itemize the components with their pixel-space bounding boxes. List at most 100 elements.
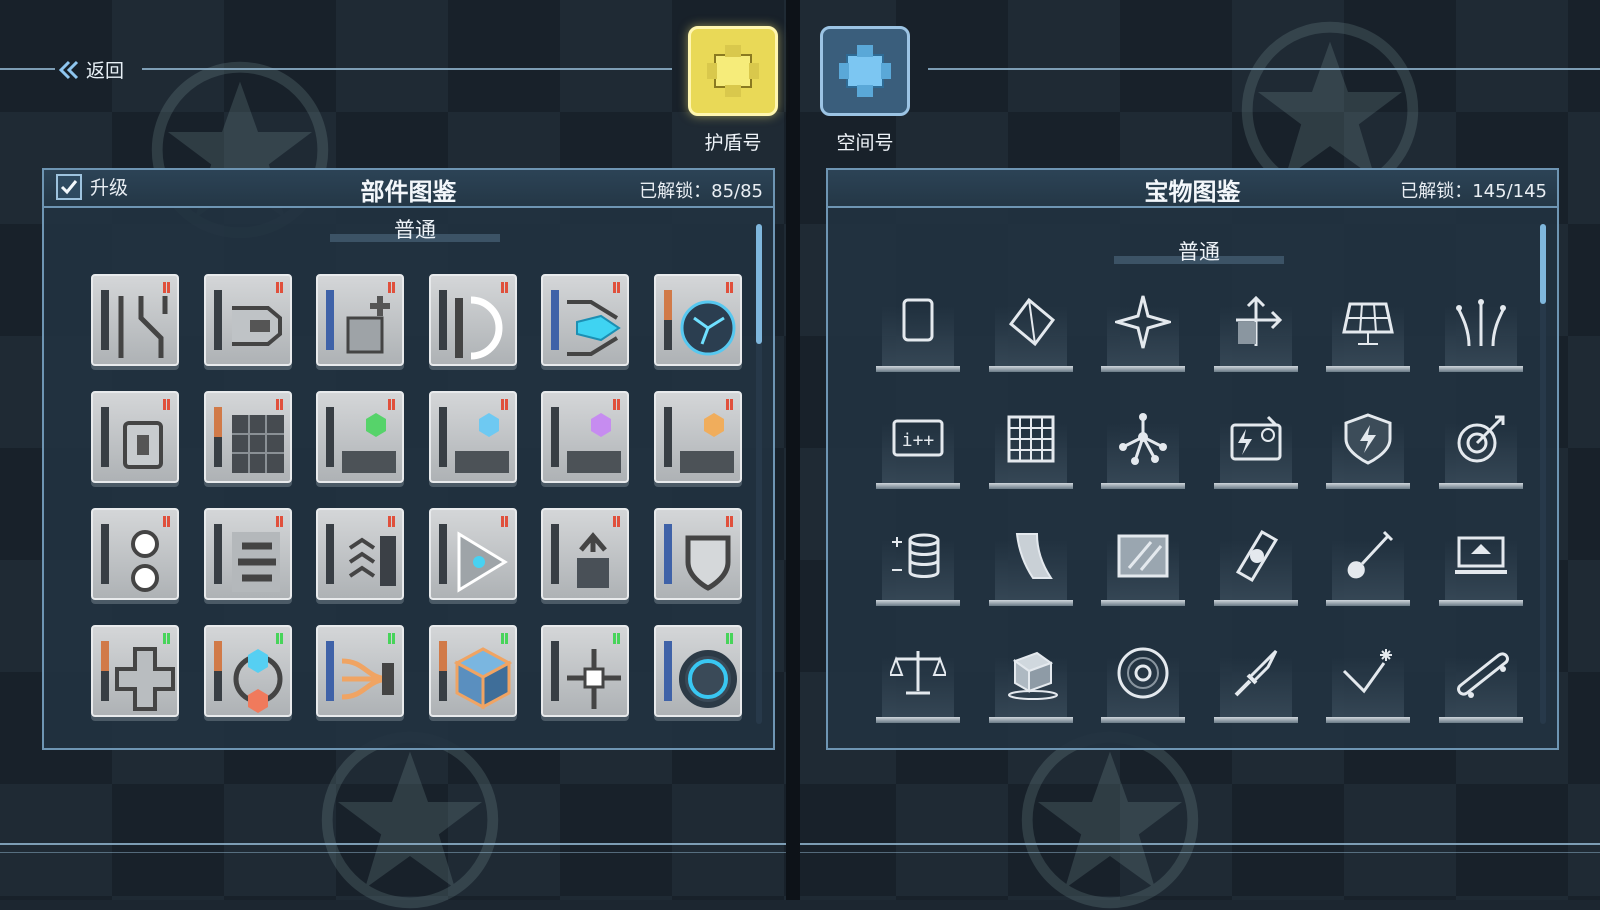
coin-stack-icon (892, 533, 940, 578)
bottom-rule (0, 852, 786, 853)
star-emblem-icon (321, 731, 499, 909)
axis-arrow-icon (1235, 295, 1282, 346)
parts-scroll-thumb[interactable] (756, 224, 762, 344)
purple-gem-part[interactable] (541, 391, 629, 483)
lightning-shield-icon (1344, 413, 1392, 465)
orange-gem-part[interactable] (653, 391, 742, 483)
top-rule (0, 68, 55, 70)
treasure-pedestal (988, 423, 1073, 489)
molecule-icon (1119, 413, 1167, 465)
target-treasure[interactable] (1438, 405, 1523, 489)
treasure-section-common: 普通 (1178, 240, 1220, 264)
treasure-scroll-thumb[interactable] (1540, 224, 1546, 304)
treasure-pedestal (988, 540, 1073, 606)
scale-treasure[interactable] (876, 639, 960, 723)
treasure-pedestal (876, 306, 960, 372)
guitar-icon (1347, 530, 1394, 579)
triangle-part[interactable] (428, 508, 517, 600)
cube-part[interactable] (428, 625, 517, 717)
fireworks-treasure[interactable] (1438, 288, 1523, 372)
cross-part[interactable] (91, 625, 179, 717)
magazine-treasure[interactable] (988, 522, 1073, 606)
axis-arrow-treasure[interactable] (1213, 288, 1298, 372)
arrow-up-part[interactable] (541, 508, 629, 600)
ship-select-shield[interactable] (688, 26, 778, 116)
part-stripe (101, 290, 109, 350)
node-part[interactable] (541, 625, 629, 717)
plus-block-part[interactable] (316, 274, 404, 366)
green-gem-part-icon (342, 413, 396, 473)
orb-part[interactable] (653, 274, 742, 366)
green-gem-part[interactable] (316, 391, 404, 483)
star-emblem-icon (1021, 731, 1199, 909)
level-marker (163, 516, 171, 527)
treasure-pedestal (1101, 657, 1185, 723)
part-stripe (551, 641, 559, 701)
part-stripe (551, 407, 559, 467)
ice-cube-treasure[interactable] (988, 639, 1073, 723)
star-treasure[interactable] (1101, 288, 1185, 372)
plus-block-part-icon (346, 296, 390, 354)
shield-part-icon (685, 535, 730, 591)
blue-gem-part[interactable] (428, 391, 517, 483)
portal-part[interactable] (653, 625, 742, 717)
level-marker (613, 399, 621, 410)
card-treasure[interactable] (876, 288, 960, 372)
dagger-icon (1234, 649, 1277, 697)
generator-treasure[interactable] (1213, 405, 1298, 489)
treasure-pedestal (876, 657, 960, 723)
guitar-treasure[interactable] (1326, 522, 1410, 606)
svg-text:i++: i++ (902, 430, 935, 451)
treasure-pedestal (1326, 540, 1410, 606)
grid-block-part[interactable] (203, 391, 292, 483)
treasure-pedestal (876, 540, 960, 606)
back-label: 返回 (86, 60, 125, 82)
ship-select-space[interactable] (820, 26, 910, 116)
treasure-pedestal (1326, 306, 1410, 372)
disc-treasure[interactable] (1101, 639, 1185, 723)
shield-part[interactable] (653, 508, 742, 600)
cable-part[interactable] (316, 625, 404, 717)
stairs-part[interactable] (203, 508, 292, 600)
solar-panel-treasure[interactable] (1326, 288, 1410, 372)
treasure-panel-header: 宝物图鉴 已解锁：145/145 (828, 170, 1557, 208)
claw-part[interactable] (203, 274, 292, 366)
upgraded-marker (275, 633, 284, 644)
grid-treasure[interactable] (988, 405, 1073, 489)
increment-treasure[interactable]: i++ (876, 405, 960, 489)
parts-scrollbar[interactable] (756, 224, 762, 724)
gear-part[interactable] (91, 508, 179, 600)
skateboard-treasure[interactable] (1438, 639, 1523, 723)
dagger-treasure[interactable] (1213, 639, 1298, 723)
treasure-pedestal (1213, 540, 1298, 606)
center-divider (786, 0, 800, 900)
target-icon (1457, 415, 1504, 463)
cylinder-part[interactable] (91, 391, 179, 483)
treasure-scrollbar[interactable] (1540, 224, 1546, 724)
prism-treasure[interactable] (988, 288, 1073, 372)
laptop-treasure[interactable] (1438, 522, 1523, 606)
coin-stack-treasure[interactable] (876, 522, 960, 606)
part-stripe (551, 290, 559, 350)
part-stripe (101, 407, 109, 467)
arrow-up-part-icon (577, 532, 609, 588)
part-stripe (663, 290, 672, 350)
level-marker (388, 282, 396, 293)
blue-crystal-part[interactable] (541, 274, 629, 366)
split-track-part[interactable] (91, 274, 179, 366)
back-button[interactable]: 返回 (58, 56, 124, 83)
part-stripe (213, 290, 222, 350)
parts-unlock-count: 已解锁：85/85 (639, 181, 763, 202)
molecule-treasure[interactable] (1101, 405, 1185, 489)
hex-ring-part[interactable] (203, 625, 292, 717)
level-marker (725, 399, 734, 410)
part-stripe (438, 641, 447, 701)
glass-panel-treasure[interactable] (1101, 522, 1185, 606)
chevron-part[interactable] (316, 508, 404, 600)
check-spark-treasure[interactable] (1326, 639, 1410, 723)
lightning-shield-treasure[interactable] (1326, 405, 1410, 489)
level-marker (500, 282, 509, 293)
check-spark-icon (1342, 649, 1392, 694)
half-ring-part[interactable] (428, 274, 517, 366)
candy-bar-treasure[interactable] (1213, 522, 1298, 606)
